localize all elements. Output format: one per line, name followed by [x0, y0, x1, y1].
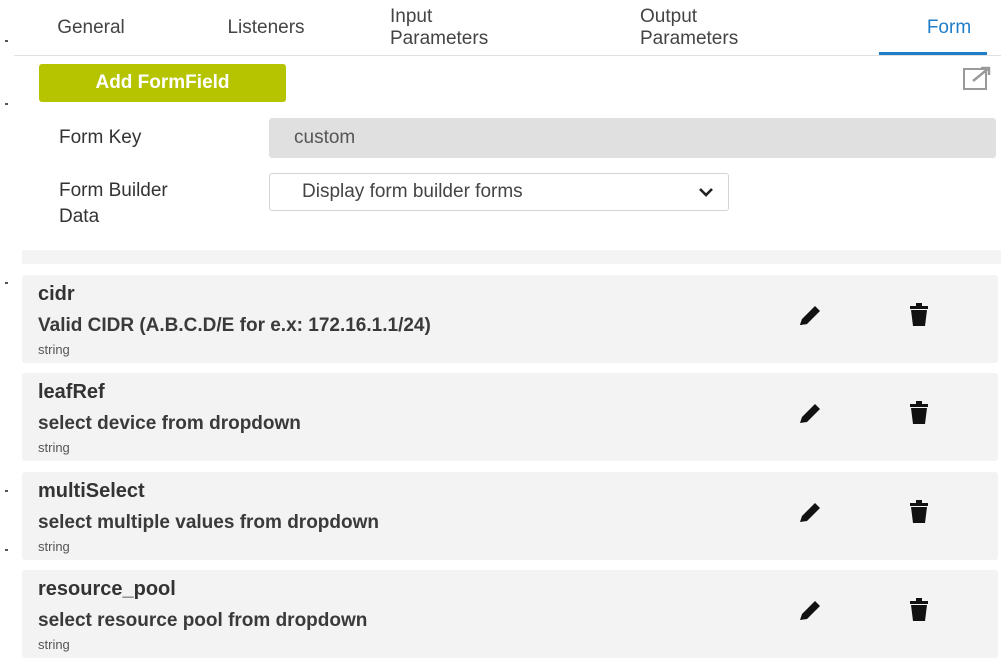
properties-panel: General Listeners Input Parameters Outpu… — [14, 0, 1001, 667]
open-in-new-icon[interactable] — [962, 66, 992, 92]
tab-label-line2: Parameters — [390, 28, 489, 49]
field-type: string — [38, 440, 70, 455]
edge-mark — [5, 40, 8, 42]
pencil-icon[interactable] — [797, 500, 823, 526]
tab-bar: General Listeners Input Parameters Outpu… — [14, 0, 1001, 56]
form-key-label: Form Key — [59, 127, 142, 148]
field-name: leafRef — [38, 381, 105, 403]
tab-label: General — [57, 17, 125, 38]
form-builder-data-label: Form Builder Data — [59, 178, 168, 230]
field-description: select device from dropdown — [38, 413, 301, 434]
tab-input-parameters[interactable]: Input Parameters — [390, 0, 560, 56]
select-value: Display form builder forms — [302, 181, 523, 202]
field-type: string — [38, 637, 70, 652]
left-edge-strip — [0, 0, 14, 667]
trash-icon[interactable] — [908, 303, 930, 327]
field-name: resource_pool — [38, 578, 176, 600]
field-type: string — [38, 342, 70, 357]
section-divider — [22, 250, 1001, 264]
form-field-card: resource_pool select resource pool from … — [22, 570, 998, 658]
pencil-icon[interactable] — [797, 303, 823, 329]
field-name: cidr — [38, 283, 75, 305]
form-field-card: multiSelect select multiple values from … — [22, 472, 998, 560]
pencil-icon[interactable] — [797, 598, 823, 624]
edge-mark — [5, 282, 8, 284]
edge-mark — [5, 549, 8, 551]
tab-listeners[interactable]: Listeners — [196, 0, 336, 56]
form-builder-label-line1: Form Builder — [59, 180, 168, 201]
tab-label: Form — [926, 17, 972, 38]
field-description: Valid CIDR (A.B.C.D/E for e.x: 172.16.1.… — [38, 315, 431, 336]
trash-icon[interactable] — [908, 500, 930, 524]
active-tab-indicator — [879, 52, 987, 55]
field-type: string — [38, 539, 70, 554]
field-description: select resource pool from dropdown — [38, 610, 368, 631]
tab-label: Listeners — [227, 17, 305, 38]
field-name: multiSelect — [38, 480, 145, 502]
pencil-icon[interactable] — [797, 401, 823, 427]
trash-icon[interactable] — [908, 598, 930, 622]
form-field-card: leafRef select device from dropdown stri… — [22, 373, 998, 461]
form-builder-label-line2: Data — [59, 206, 100, 227]
tab-label-line2: Parameters — [640, 28, 739, 49]
tab-label-line1: Output — [640, 6, 698, 27]
trash-icon[interactable] — [908, 401, 930, 425]
edge-mark — [5, 103, 8, 105]
form-key-field[interactable] — [269, 118, 996, 158]
tab-general[interactable]: General — [32, 0, 150, 56]
field-description: select multiple values from dropdown — [38, 512, 380, 533]
chevron-down-icon — [699, 188, 713, 197]
edge-mark — [5, 490, 8, 492]
add-formfield-button[interactable]: Add FormField — [39, 64, 286, 102]
form-builder-data-select[interactable]: Display form builder forms — [269, 173, 729, 211]
tab-label-line1: Input — [390, 6, 433, 27]
tab-form[interactable]: Form — [914, 0, 984, 56]
form-field-card: cidr Valid CIDR (A.B.C.D/E for e.x: 172.… — [22, 275, 998, 363]
tab-output-parameters[interactable]: Output Parameters — [640, 0, 820, 56]
